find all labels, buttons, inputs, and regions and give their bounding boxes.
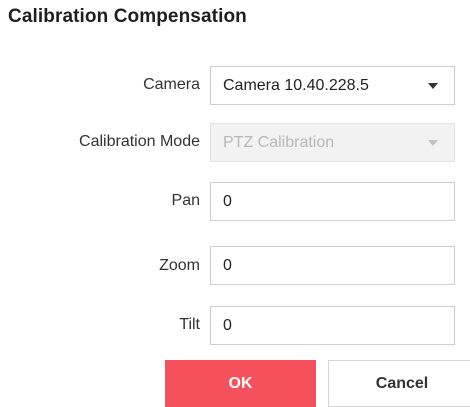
tilt-label: Tilt bbox=[179, 316, 200, 333]
pan-label: Pan bbox=[171, 192, 200, 209]
camera-select-value: Camera 10.40.228.5 bbox=[223, 76, 369, 94]
pan-input[interactable]: 0 bbox=[210, 182, 455, 221]
calibration-mode-select: PTZ Calibration bbox=[210, 123, 455, 162]
chevron-down-icon bbox=[428, 140, 438, 146]
calibration-mode-label: Calibration Mode bbox=[79, 133, 200, 150]
cancel-button[interactable]: Cancel bbox=[328, 360, 470, 407]
calibration-mode-select-value: PTZ Calibration bbox=[223, 133, 335, 151]
zoom-label: Zoom bbox=[159, 257, 200, 274]
chevron-down-icon bbox=[428, 83, 438, 89]
zoom-input[interactable]: 0 bbox=[210, 246, 455, 285]
zoom-input-value: 0 bbox=[223, 256, 232, 274]
camera-select[interactable]: Camera 10.40.228.5 bbox=[210, 66, 455, 105]
camera-label: Camera bbox=[143, 76, 200, 93]
tilt-input-value: 0 bbox=[223, 316, 232, 334]
pan-input-value: 0 bbox=[223, 192, 232, 210]
dialog-title: Calibration Compensation bbox=[8, 6, 247, 27]
ok-button[interactable]: OK bbox=[165, 360, 316, 407]
calibration-compensation-dialog: Calibration Compensation Camera Camera 1… bbox=[0, 0, 470, 407]
tilt-input[interactable]: 0 bbox=[210, 306, 455, 345]
